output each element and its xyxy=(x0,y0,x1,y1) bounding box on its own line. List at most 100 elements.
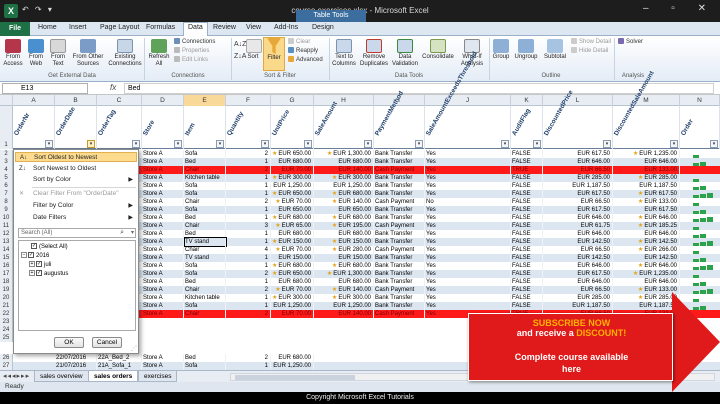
table-cell[interactable]: EUR 650.00 xyxy=(272,150,314,158)
table-cell[interactable]: Yes xyxy=(426,294,511,302)
table-cell[interactable]: EUR 617.50 xyxy=(544,206,613,214)
table-cell[interactable]: EUR 140.00 xyxy=(315,166,374,174)
tab-insert[interactable]: Insert xyxy=(69,24,87,31)
table-cell[interactable]: EUR 150.00 xyxy=(315,254,374,262)
sort-by-color-item[interactable]: Sort by Color ▶ xyxy=(15,175,137,185)
table-cell[interactable]: 1 xyxy=(227,158,271,166)
column-header-a[interactable]: A xyxy=(13,95,55,106)
table-cell[interactable]: 1 xyxy=(227,254,271,262)
table-cell[interactable]: 1 xyxy=(227,174,271,182)
header-cell-discountedsaleamount[interactable]: DiscountedSaleAmount ▾ xyxy=(613,70,680,149)
column-header-e[interactable]: E xyxy=(184,95,226,106)
table-cell[interactable]: EUR 650.00 xyxy=(272,206,314,214)
clear-filter-button[interactable]: Clear xyxy=(288,38,310,47)
column-header-n[interactable]: N xyxy=(680,95,720,106)
table-cell[interactable]: EUR 280.00 xyxy=(315,246,374,254)
table-cell[interactable]: Cash Payment xyxy=(375,286,425,294)
table-cell[interactable]: 22/07/2016 xyxy=(56,354,97,362)
checkbox-checked-icon[interactable]: ✓ xyxy=(28,252,34,259)
name-box[interactable]: E13 xyxy=(2,83,88,94)
table-cell[interactable]: Bank Transfer xyxy=(375,262,425,270)
filter-dropdown-icon[interactable]: ▾ xyxy=(710,140,718,148)
table-cell[interactable]: FALSE xyxy=(512,294,543,302)
column-header-g[interactable]: G xyxy=(271,95,314,106)
table-cell[interactable]: 22A_Bed_2 xyxy=(98,354,142,362)
table-cell[interactable]: Yes xyxy=(426,278,511,286)
table-cell[interactable]: 2 xyxy=(227,150,271,158)
table-cell[interactable]: Yes xyxy=(426,286,511,294)
table-cell[interactable]: EUR 646.00 xyxy=(614,230,680,238)
tab-data[interactable]: Data xyxy=(183,22,208,36)
table-cell[interactable]: 3 xyxy=(227,222,271,230)
table-cell[interactable]: Yes xyxy=(426,150,511,158)
table-cell[interactable]: EUR 61.75 xyxy=(544,222,613,230)
table-cell[interactable]: EUR 650.00 xyxy=(315,206,374,214)
insert-function-icon[interactable]: fx xyxy=(110,83,116,92)
table-cell[interactable]: Yes xyxy=(426,214,511,222)
from-access-button[interactable]: From Access xyxy=(2,39,24,68)
filter-dropdown-icon[interactable]: ▾ xyxy=(533,140,541,148)
table-cell[interactable]: Store A xyxy=(143,206,184,214)
hide-detail-button[interactable]: Hide Detail xyxy=(571,47,608,56)
table-cell[interactable]: Yes xyxy=(426,262,511,270)
table-cell[interactable]: TV stand xyxy=(184,237,227,247)
column-header-k[interactable]: K xyxy=(511,95,543,106)
table-cell[interactable]: EUR 680.00 xyxy=(272,158,314,166)
row-header[interactable]: 15 xyxy=(0,254,13,262)
table-cell[interactable]: EUR 70.00 xyxy=(272,166,314,174)
table-cell[interactable]: 2 xyxy=(227,286,271,294)
table-cell[interactable]: Store A xyxy=(143,310,184,318)
table-cell[interactable]: Cash Payment xyxy=(375,310,425,318)
table-cell[interactable]: Store A xyxy=(143,354,184,362)
table-cell[interactable]: Kitchen table xyxy=(185,294,226,302)
reapply-button[interactable]: Reapply xyxy=(288,47,318,56)
row-header[interactable]: 14 xyxy=(0,246,13,254)
advanced-filter-button[interactable]: Advanced xyxy=(288,56,323,65)
from-text-button[interactable]: From Text xyxy=(48,39,68,68)
table-cell[interactable]: Sofa xyxy=(185,362,226,370)
table-cell[interactable]: EUR 150.00 xyxy=(272,254,314,262)
table-cell[interactable]: No xyxy=(426,198,511,206)
table-cell[interactable]: 1 xyxy=(227,182,271,190)
tab-design[interactable]: Design xyxy=(312,24,334,31)
connections-button[interactable]: Connections xyxy=(174,38,215,47)
table-cell[interactable]: Sofa xyxy=(185,262,226,270)
row-header[interactable]: 4 xyxy=(0,166,13,174)
table-cell[interactable]: EUR 300.00 xyxy=(272,294,314,302)
table-cell[interactable]: EUR 195.00 xyxy=(315,222,374,230)
table-cell[interactable]: EUR 285.00 xyxy=(614,294,680,302)
filter-dropdown-icon[interactable]: ▾ xyxy=(501,140,509,148)
row-header[interactable]: 13 xyxy=(0,238,13,246)
chevron-down-icon[interactable]: ▾ xyxy=(131,229,134,237)
table-cell[interactable]: EUR 150.00 xyxy=(272,238,314,246)
table-cell[interactable]: Store A xyxy=(143,158,184,166)
table-cell[interactable]: Bank Transfer xyxy=(375,174,425,182)
table-cell[interactable]: Store A xyxy=(143,230,184,238)
table-cell[interactable]: FALSE xyxy=(512,302,543,310)
table-cell[interactable]: EUR 140.00 xyxy=(315,310,374,318)
table-cell[interactable]: EUR 646.00 xyxy=(614,278,680,286)
table-cell[interactable]: Sofa xyxy=(185,190,226,198)
table-cell[interactable]: FALSE xyxy=(512,238,543,246)
row-header[interactable]: 16 xyxy=(0,262,13,270)
consolidate-button[interactable]: Consolidate xyxy=(421,39,455,61)
row-header[interactable]: 25 xyxy=(0,334,13,342)
table-cell[interactable]: EUR 1,235.00 xyxy=(614,270,680,278)
table-cell[interactable]: Chair xyxy=(185,198,226,206)
row-header[interactable]: 9 xyxy=(0,206,13,214)
table-cell[interactable]: EUR 1,187.50 xyxy=(614,302,680,310)
row-header[interactable]: 6 xyxy=(0,182,13,190)
table-cell[interactable]: FALSE xyxy=(512,174,543,182)
table-cell[interactable]: EUR 70.00 xyxy=(272,246,314,254)
table-cell[interactable]: Bank Transfer xyxy=(375,190,425,198)
header-cell-discountedprice[interactable]: DiscountedPrice ▾ xyxy=(543,89,613,149)
table-cell[interactable]: FALSE xyxy=(512,222,543,230)
row-header[interactable]: 19 xyxy=(0,286,13,294)
table-cell[interactable]: EUR 300.00 xyxy=(272,174,314,182)
table-cell[interactable]: Bed xyxy=(185,278,226,286)
table-cell[interactable]: Bed xyxy=(185,354,226,362)
table-cell[interactable]: FALSE xyxy=(512,262,543,270)
ungroup-button[interactable]: Ungroup xyxy=(513,39,539,61)
table-cell[interactable]: Yes xyxy=(426,246,511,254)
filter-dropdown-icon[interactable]: ▾ xyxy=(87,140,95,148)
